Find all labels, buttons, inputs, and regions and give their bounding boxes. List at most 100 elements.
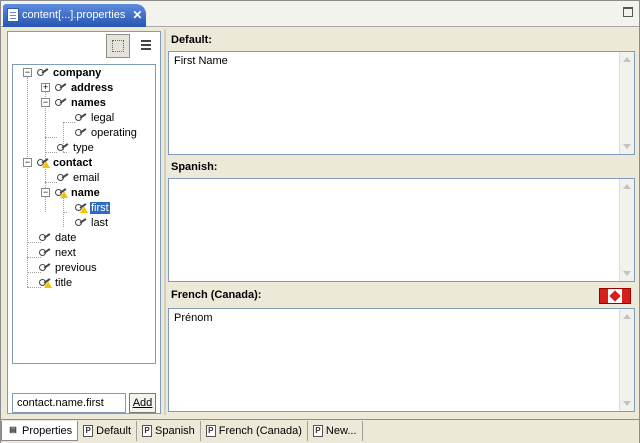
properties-file-icon: P [83,425,94,437]
key-icon [57,143,69,153]
tab-properties[interactable]: ▤ Properties [1,421,79,441]
expand-toggle[interactable]: + [41,83,50,92]
tree-item-contact[interactable]: contact [37,155,93,170]
tree-item-label: address [71,81,114,94]
tree-item-label: next [55,246,76,259]
scrollbar[interactable] [619,52,634,154]
tree-item-label: last [91,216,109,229]
tab-french-canada[interactable]: P French (Canada) [201,421,308,441]
properties-file-icon: P [142,425,152,437]
collapse-toggle[interactable]: − [41,98,50,107]
key-input[interactable] [12,393,126,413]
tree-item-previous[interactable]: previous [39,260,98,275]
properties-file-icon [7,8,19,22]
tree-view-button[interactable] [106,34,130,58]
tree-item-label: email [73,171,100,184]
tree-item-legal[interactable]: legal [75,110,115,125]
tree-connector [45,182,57,183]
french-canada-value-field[interactable]: Prénom [168,308,635,412]
tree-item-email[interactable]: email [57,170,100,185]
tree-view-icon [112,40,124,52]
tree-connector [27,77,28,287]
editor-tab-title: content[...].properties [22,9,126,21]
default-label: Default: [168,31,635,51]
tab-label: Default [96,425,131,437]
default-value-text: First Name [174,55,228,67]
spanish-label: Spanish: [168,158,635,178]
tree-item-date[interactable]: date [39,230,77,245]
tree-item-last[interactable]: last [75,215,109,230]
pane-splitter[interactable] [164,29,166,415]
key-icon [75,218,87,228]
tree-connector [63,212,67,213]
tree-item-company[interactable]: company [37,65,102,80]
key-icon [37,68,49,78]
scrollbar[interactable] [619,179,634,281]
key-icon [55,98,67,108]
flat-view-button[interactable] [132,34,156,58]
tree-item-address[interactable]: address [55,80,114,95]
tab-spanish[interactable]: P Spanish [137,421,201,441]
list-view-icon [140,40,151,52]
spanish-value-field[interactable] [168,178,635,282]
collapse-toggle[interactable]: − [41,188,50,197]
tree-item-label: company [53,66,102,79]
key-icon [39,263,51,273]
bottom-tab-bar: ▤ Properties P Default P Spanish P Frenc… [1,419,639,443]
collapse-toggle[interactable]: − [23,158,32,167]
tree-item-next[interactable]: next [39,245,77,260]
maximize-icon[interactable] [623,7,633,17]
tree-item-names[interactable]: names [55,95,107,110]
scrollbar[interactable] [619,309,634,411]
key-icon [75,128,87,138]
editor-window: content[...].properties ✕ − company + ad… [0,0,640,443]
french-canada-header: French (Canada): [168,286,635,308]
french-canada-section: French (Canada): Prénom [168,286,635,414]
properties-file-icon: P [312,425,323,437]
tree-item-name[interactable]: name [55,185,101,200]
canada-flag-icon [599,288,631,304]
tree-connector [45,152,57,153]
tree-item-label: operating [91,126,137,139]
tree-item-operating[interactable]: operating [75,125,138,140]
tree-item-label: type [73,141,94,154]
tree-item-label: name [71,186,100,199]
tree-item-type[interactable]: type [57,140,95,155]
tab-label: Spanish [155,425,195,437]
key-tree[interactable]: − company + address − names legal operat… [12,64,156,364]
tree-item-label: title [55,276,73,289]
french-canada-label: French (Canada): [171,289,262,301]
warning-icon [42,160,50,168]
tree-item-label: previous [55,261,97,274]
tree-item-label-selected: first [90,201,110,214]
tree-item-label: contact [53,156,93,169]
key-icon [39,248,51,258]
tree-item-label: legal [91,111,115,124]
tree-item-first[interactable]: first [75,200,110,215]
key-icon [75,113,87,123]
key-tree-panel: − company + address − names legal operat… [7,31,161,414]
editor-tab-bar: content[...].properties ✕ [1,1,639,27]
spanish-section: Spanish: [168,158,635,282]
key-icon [39,278,52,288]
default-section: Default: First Name [168,31,635,155]
key-icon [39,233,51,243]
add-button[interactable]: Add [129,393,156,413]
key-icon [55,188,68,198]
warning-icon [80,205,88,213]
properties-file-icon: P [205,425,216,437]
warning-icon [60,190,68,198]
collapse-toggle[interactable]: − [23,68,32,77]
editor-tab[interactable]: content[...].properties ✕ [3,4,146,27]
warning-icon [44,280,52,288]
default-value-field[interactable]: First Name [168,51,635,155]
add-button-label: Add [132,397,153,409]
tree-item-label: date [55,231,77,244]
close-icon[interactable]: ✕ [132,8,142,22]
tab-label: New... [325,425,357,437]
tree-connector [45,137,57,138]
key-icon [55,83,67,93]
tree-item-title[interactable]: title [39,275,73,290]
tab-default[interactable]: P Default [78,421,137,441]
tab-new[interactable]: P New... [308,421,363,441]
